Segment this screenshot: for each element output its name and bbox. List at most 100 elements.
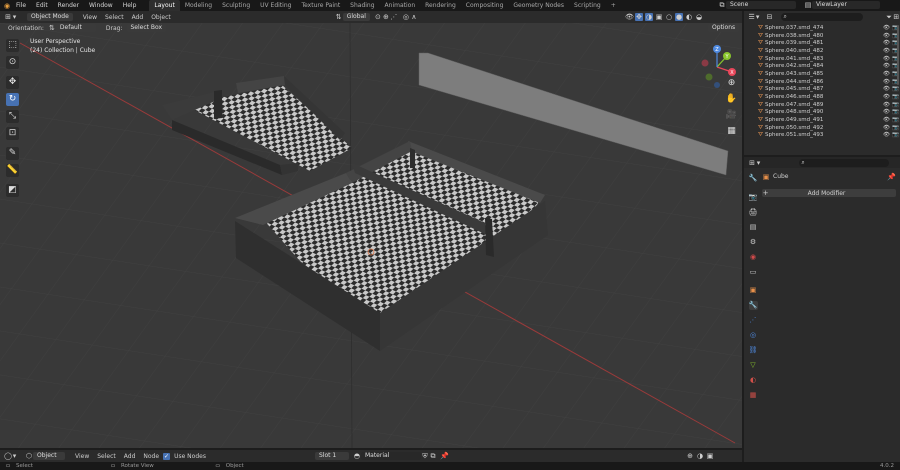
overlay-icon[interactable]: ◑: [696, 452, 704, 460]
camera-icon[interactable]: 📷: [891, 86, 900, 92]
cursor-tool-icon[interactable]: ⊙: [6, 56, 19, 69]
eye-icon[interactable]: 👁: [882, 40, 891, 46]
camera-icon[interactable]: 📷: [891, 102, 900, 108]
tab-compositing[interactable]: Compositing: [461, 0, 509, 11]
eye-icon[interactable]: 👁: [882, 71, 891, 77]
xray-icon[interactable]: ▣: [655, 13, 663, 21]
tab-scripting[interactable]: Scripting: [569, 0, 606, 11]
use-nodes-label[interactable]: Use Nodes: [170, 453, 210, 460]
scene-selector[interactable]: Scene: [726, 1, 796, 9]
outliner-search-input[interactable]: ⌕: [781, 13, 864, 21]
perspective-toggle-icon[interactable]: ▦: [725, 125, 738, 138]
options-button[interactable]: Options: [708, 24, 740, 32]
blender-logo-icon[interactable]: ◉: [3, 2, 11, 10]
tab-animation[interactable]: Animation: [380, 0, 421, 11]
menu-render[interactable]: Render: [53, 2, 84, 9]
node-menu-node[interactable]: Node: [139, 453, 163, 460]
fake-user-icon[interactable]: ⛨: [421, 452, 429, 460]
shading-rendered-icon[interactable]: ◒: [695, 13, 703, 21]
display-mode-icon[interactable]: ⊟: [766, 13, 773, 21]
outliner-item[interactable]: ⛛ Sphere.037.smd_474 👁 📷: [756, 24, 900, 32]
zoom-icon[interactable]: ⊕: [725, 77, 738, 90]
eye-icon[interactable]: 👁: [882, 102, 891, 108]
outliner-list[interactable]: ⛛ Sphere.037.smd_474 👁 📷 ⛛ Sphere.038.smd_480…: [744, 24, 900, 139]
properties-type-icon[interactable]: ⊞: [748, 159, 756, 167]
tab-sculpting[interactable]: Sculpting: [217, 0, 255, 11]
transform-tool-icon[interactable]: ⊡: [6, 127, 19, 140]
viewport-canvas[interactable]: [0, 23, 742, 448]
add-modifier-button[interactable]: + Add Modifier: [762, 189, 896, 197]
snap-target-icon[interactable]: ⋰: [390, 13, 398, 21]
outliner-item[interactable]: ⛛ Sphere.049.smd_491 👁 📷: [756, 116, 900, 124]
modifier-tab-icon[interactable]: 🔧: [748, 301, 758, 310]
menu-view[interactable]: View: [79, 14, 101, 21]
node-menu-view[interactable]: View: [71, 453, 93, 460]
use-nodes-checkbox[interactable]: ✓: [163, 452, 171, 460]
add-cube-tool-icon[interactable]: ◩: [6, 184, 19, 197]
move-tool-icon[interactable]: ✥: [6, 76, 19, 89]
backdrop-icon[interactable]: ▣: [706, 452, 714, 460]
falloff-icon[interactable]: ∧: [410, 13, 418, 21]
tab-shading[interactable]: Shading: [345, 0, 379, 11]
camera-icon[interactable]: 📷: [891, 125, 900, 131]
eye-icon[interactable]: 👁: [882, 94, 891, 100]
eye-icon[interactable]: 👁: [882, 25, 891, 31]
object-tab-icon[interactable]: ▣: [749, 286, 758, 295]
menu-edit[interactable]: Edit: [31, 2, 53, 9]
duplicate-icon[interactable]: ⧉: [429, 452, 437, 460]
menu-file[interactable]: File: [11, 2, 31, 9]
menu-select[interactable]: Select: [101, 14, 128, 21]
pin-icon[interactable]: 📌: [887, 173, 896, 181]
gizmo-toggle-icon[interactable]: ✥: [635, 13, 643, 21]
annotate-tool-icon[interactable]: ✎: [6, 147, 19, 160]
material-tab-icon[interactable]: ◐: [749, 376, 758, 385]
outliner-item[interactable]: ⛛ Sphere.051.smd_493 👁 📷: [756, 131, 900, 140]
proportional-edit-icon[interactable]: ◎: [402, 13, 410, 21]
filter-icon[interactable]: ⏷: [885, 13, 892, 21]
outliner-item[interactable]: ⛛ Sphere.048.smd_490 👁 📷: [756, 108, 900, 117]
eye-icon[interactable]: 👁: [882, 48, 891, 54]
tool-tab-icon[interactable]: 🔧: [749, 174, 758, 183]
new-collection-icon[interactable]: ⊞: [893, 13, 900, 21]
outliner-item[interactable]: ⛛ Sphere.039.smd_481 👁 📷: [756, 39, 900, 47]
eye-icon[interactable]: 👁: [882, 63, 891, 69]
eye-icon[interactable]: 👁: [882, 56, 891, 62]
node-type-selector[interactable]: Object: [33, 452, 65, 460]
drag-selector[interactable]: Select Box: [126, 24, 167, 32]
render-tab-icon[interactable]: 📷: [749, 193, 758, 202]
data-tab-icon[interactable]: ▽: [749, 361, 758, 370]
texture-tab-icon[interactable]: ▦: [749, 391, 758, 400]
rotate-tool-icon[interactable]: ↻: [6, 93, 19, 106]
tab-rendering[interactable]: Rendering: [420, 0, 461, 11]
outliner-item[interactable]: ⛛ Sphere.047.smd_489 👁 📷: [756, 101, 900, 109]
orientation-selector[interactable]: Default: [55, 24, 96, 32]
outliner-scrollbar[interactable]: [897, 25, 899, 85]
outliner-item[interactable]: ⛛ Sphere.042.smd_484 👁 📷: [756, 62, 900, 70]
transform-orientation-selector[interactable]: Global: [342, 13, 370, 21]
measure-tool-icon[interactable]: 📏: [6, 164, 19, 177]
outliner-item[interactable]: ⛛ Sphere.040.smd_482 👁 📷: [756, 47, 900, 55]
view-layer-selector[interactable]: ViewLayer: [812, 1, 880, 9]
physics-tab-icon[interactable]: ◎: [749, 331, 758, 340]
outliner-item[interactable]: ⛛ Sphere.043.smd_485 👁 📷: [756, 70, 900, 78]
camera-icon[interactable]: 📷: [891, 117, 900, 123]
collection-tab-icon[interactable]: ▭: [749, 268, 758, 277]
snap-icon[interactable]: ⊕: [686, 452, 694, 460]
tab-uv-editing[interactable]: UV Editing: [255, 0, 296, 11]
scene-tab-icon[interactable]: ⚙: [749, 238, 758, 247]
shading-material-icon[interactable]: ◐: [685, 13, 693, 21]
outliner-item[interactable]: ⛛ Sphere.044.smd_486 👁 📷: [756, 78, 900, 86]
editor-type-icon[interactable]: ⊞: [4, 13, 12, 21]
camera-icon[interactable]: 📷: [891, 94, 900, 100]
eye-icon[interactable]: 👁: [882, 117, 891, 123]
node-editor-type-icon[interactable]: ◯: [4, 452, 12, 460]
eye-icon[interactable]: 👁: [882, 33, 891, 39]
menu-object[interactable]: Object: [147, 14, 175, 21]
outliner-item[interactable]: ⛛ Sphere.045.smd_487 👁 📷: [756, 85, 900, 94]
tab-layout[interactable]: Layout: [149, 0, 180, 11]
outliner-item[interactable]: ⛛ Sphere.050.smd_492 👁 📷: [756, 124, 900, 132]
pan-hand-icon[interactable]: ✋: [725, 93, 738, 106]
snap-icon[interactable]: ⊕: [382, 13, 390, 21]
overlay-toggle-icon[interactable]: ◑: [645, 13, 653, 21]
node-menu-add[interactable]: Add: [120, 453, 140, 460]
